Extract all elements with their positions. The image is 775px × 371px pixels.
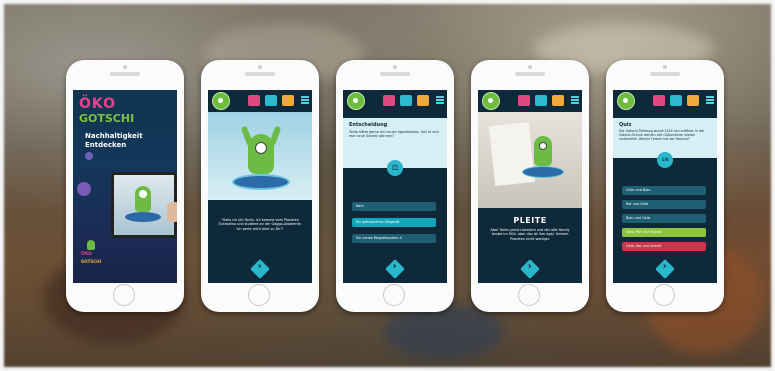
small-logo-2: GOTSCHI (81, 259, 102, 264)
quiz-title: Quiz (619, 122, 632, 128)
monster-body (248, 134, 274, 174)
app-logo-top: ÖKO (79, 96, 117, 112)
home-button[interactable] (653, 284, 675, 306)
front-camera (123, 65, 127, 69)
decision-screen: Entscheidung Tonfo hätte gerne ein neues… (343, 90, 447, 283)
next-arrow-icon[interactable]: › (250, 259, 270, 279)
quiz-question: Der Gotschi-Tüteburg wurde 2016 neu eröf… (619, 129, 705, 142)
home-button[interactable] (113, 284, 135, 306)
top-bar (478, 90, 582, 112)
monster-base (232, 174, 290, 190)
speaker-grille (110, 72, 140, 76)
quiz-answer-5[interactable]: Gelb, Rot und Violett (622, 242, 706, 251)
quiz-answer-4[interactable]: Gelb, Rot und Violett (622, 228, 706, 237)
menu-icon[interactable] (571, 96, 579, 104)
menu-icon[interactable] (706, 96, 714, 104)
top-bar (613, 90, 717, 112)
hand-holding-tablet (167, 202, 177, 222)
home-button[interactable] (518, 284, 540, 306)
monster-eye (139, 190, 147, 198)
monster-eye (255, 142, 267, 154)
small-logo-monster (87, 240, 95, 250)
happy-face-icon[interactable] (400, 95, 412, 106)
front-camera (258, 65, 262, 69)
answer-option-1[interactable]: Nein (352, 202, 436, 211)
title-screen: ÖKO GOTSCHI Nachhaltigkeit Entdecken ÖKO… (73, 90, 177, 283)
quiz-answer-3[interactable]: Blau und Gelb (622, 214, 706, 223)
sad-face-icon[interactable] (248, 95, 260, 106)
decision-title: Entscheidung (349, 122, 388, 128)
app-logo-bottom: GOTSCHI (79, 112, 135, 125)
answer-option-2[interactable]: Ein gebrauchtes Ufogerät (352, 218, 436, 227)
folder-icon[interactable] (687, 95, 699, 106)
monster-eye (539, 142, 547, 150)
speaker-grille (380, 72, 410, 76)
monster-base (522, 166, 564, 178)
speaker-grille (515, 72, 545, 76)
tagline-line-1: Nachhaltigkeit (85, 132, 143, 140)
happy-face-icon[interactable] (670, 95, 682, 106)
sad-face-icon[interactable] (518, 95, 530, 106)
happy-face-icon[interactable] (535, 95, 547, 106)
quiz-screen: Quiz Der Gotschi-Tüteburg wurde 2016 neu… (613, 90, 717, 283)
phone-title-screen: ÖKO GOTSCHI Nachhaltigkeit Entdecken ÖKO… (66, 60, 184, 312)
speaker-grille (650, 72, 680, 76)
pleite-text: Aber Tonfo grinst trotzdem und der alte … (490, 228, 570, 241)
phone-decision-screen: Entscheidung Tonfo hätte gerne ein neues… (336, 60, 454, 312)
intro-speech-text: "Hallo ich bin Tonfo. Ich komme vom Plan… (218, 218, 302, 231)
intro-screen: "Hallo ich bin Tonfo. Ich komme vom Plan… (208, 90, 312, 283)
small-logo-1: ÖKO (81, 252, 92, 257)
pleite-screen: PLEITE Aber Tonfo grinst trotzdem und de… (478, 90, 582, 283)
sad-face-icon[interactable] (383, 95, 395, 106)
folder-icon[interactable] (417, 95, 429, 106)
happy-face-icon[interactable] (265, 95, 277, 106)
answer-option-3[interactable]: Ein neues Magnetsystem 4 (352, 234, 436, 243)
folder-icon[interactable] (282, 95, 294, 106)
home-button[interactable] (383, 284, 405, 306)
next-arrow-icon[interactable]: › (385, 259, 405, 279)
front-camera (393, 65, 397, 69)
avatar-icon[interactable] (212, 92, 230, 110)
quiz-progress: 1/6 (657, 152, 673, 168)
planet-purple (77, 182, 91, 196)
folder-icon[interactable] (552, 95, 564, 106)
menu-icon[interactable] (301, 96, 309, 104)
decision-question: Tonfo hätte gerne ein neues Irgendetwas.… (349, 130, 440, 139)
phone-intro-screen: "Hallo ich bin Tonfo. Ich komme vom Plan… (201, 60, 319, 312)
star-1 (85, 152, 93, 160)
pleite-banner: PLEITE (513, 216, 547, 225)
phone-pleite-screen: PLEITE Aber Tonfo grinst trotzdem und de… (471, 60, 589, 312)
avatar-icon[interactable] (347, 92, 365, 110)
top-bar (343, 90, 447, 112)
next-arrow-icon[interactable]: › (520, 259, 540, 279)
top-bar (208, 90, 312, 112)
quiz-answer-1[interactable]: Grün und Blau (622, 186, 706, 195)
quiz-answer-2[interactable]: Rot und Gelb (622, 200, 706, 209)
next-arrow-icon[interactable]: › (655, 259, 675, 279)
monster-body (534, 136, 552, 166)
phone-quiz-screen: Quiz Der Gotschi-Tüteburg wurde 2016 neu… (606, 60, 724, 312)
avatar-icon[interactable] (617, 92, 635, 110)
sad-face-icon[interactable] (653, 95, 665, 106)
tagline-line-2: Entdecken (85, 141, 127, 149)
monster-base (125, 212, 161, 222)
home-button[interactable] (248, 284, 270, 306)
front-camera (663, 65, 667, 69)
speaker-grille (245, 72, 275, 76)
avatar-icon[interactable] (482, 92, 500, 110)
scale-icon: ⚖ (387, 160, 403, 176)
front-camera (528, 65, 532, 69)
menu-icon[interactable] (436, 96, 444, 104)
